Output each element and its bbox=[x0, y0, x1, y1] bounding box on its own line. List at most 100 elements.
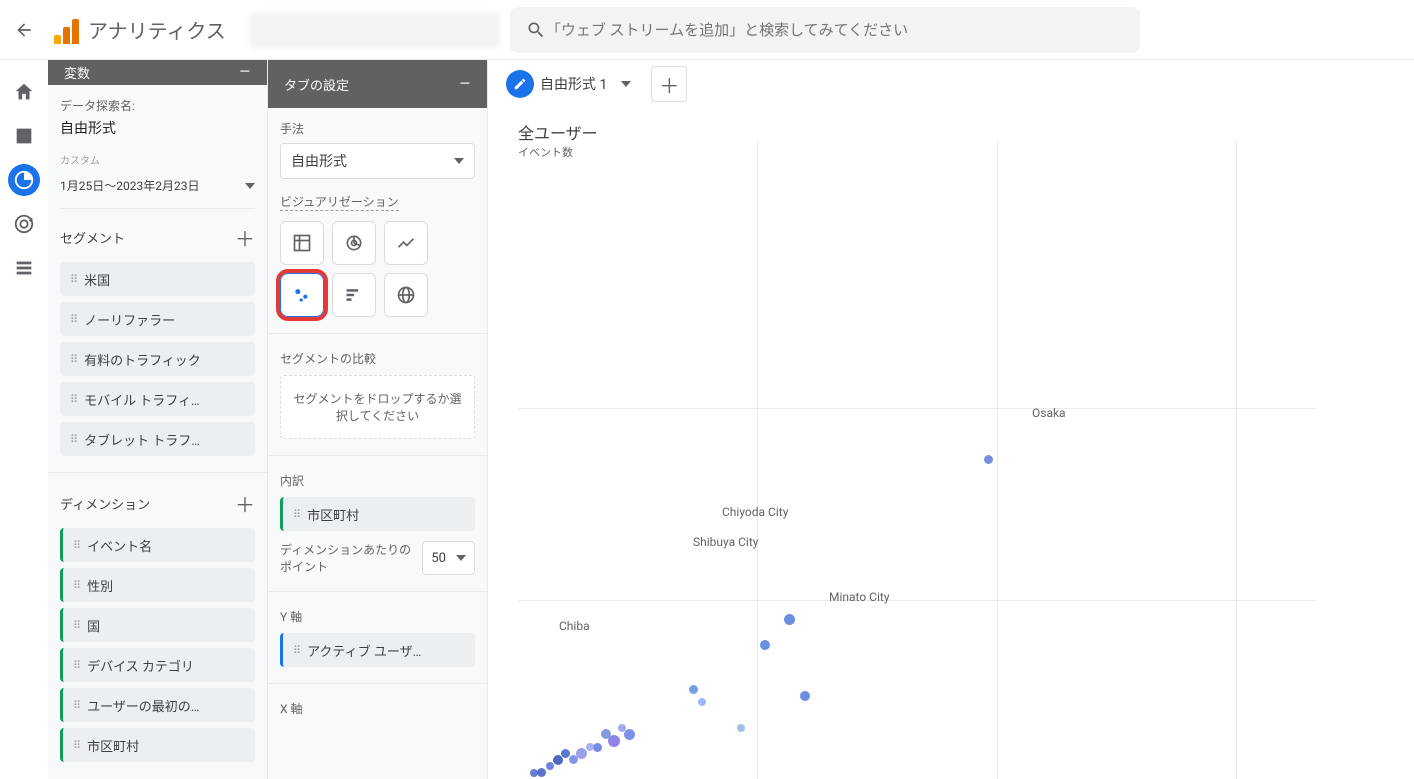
breakdown-chip-label: 市区町村 bbox=[307, 505, 359, 524]
viz-geo-button[interactable] bbox=[384, 273, 428, 317]
drag-handle-icon: ⠿ bbox=[70, 433, 76, 446]
rail-configure-icon[interactable] bbox=[8, 252, 40, 284]
viz-line-button[interactable] bbox=[384, 221, 428, 265]
dimension-chip-label: 国 bbox=[87, 616, 100, 635]
viz-scatter-button[interactable] bbox=[280, 273, 324, 317]
technique-select[interactable]: 自由形式 bbox=[280, 143, 475, 179]
ga-logo-icon bbox=[54, 16, 82, 44]
date-range-value: 1月25日～2023年2月23日 bbox=[60, 177, 199, 194]
tab-settings-title: タブの設定 bbox=[284, 75, 349, 94]
dimension-chip-label: デバイス カテゴリ bbox=[87, 656, 194, 675]
viz-donut-button[interactable] bbox=[332, 221, 376, 265]
drag-handle-icon: ⠿ bbox=[70, 313, 76, 326]
segment-comparison-label: セグメントの比較 bbox=[280, 350, 475, 367]
drag-handle-icon: ⠿ bbox=[73, 619, 79, 632]
technique-label: 手法 bbox=[280, 120, 475, 137]
scatter-point[interactable] bbox=[537, 768, 546, 777]
back-button[interactable] bbox=[0, 6, 48, 54]
drag-handle-icon: ⠿ bbox=[70, 353, 76, 366]
y-axis-chip[interactable]: ⠿アクティブ ユーザ… bbox=[280, 633, 475, 667]
scatter-point-label: Minato City bbox=[829, 590, 890, 604]
segment-chip[interactable]: ⠿ 米国 bbox=[60, 262, 255, 296]
exploration-tab[interactable]: 自由形式 1 bbox=[496, 66, 641, 102]
segment-drop-zone[interactable]: セグメントをドロップするか選択してください bbox=[280, 375, 475, 439]
scatter-point[interactable] bbox=[624, 729, 635, 740]
scatter-point[interactable] bbox=[553, 755, 563, 765]
chevron-down-icon bbox=[621, 81, 631, 87]
scatter-point-label: Chiyoda City bbox=[722, 505, 788, 519]
points-per-dim-select[interactable]: 50 bbox=[422, 541, 475, 575]
chevron-down-icon bbox=[456, 555, 466, 561]
viz-bar-button[interactable] bbox=[332, 273, 376, 317]
exploration-name-value[interactable]: 自由形式 bbox=[60, 118, 255, 138]
dimension-chip-label: 市区町村 bbox=[87, 736, 139, 755]
points-per-dim-value: 50 bbox=[431, 551, 446, 566]
segment-chip[interactable]: ⠿モバイル トラフィ… bbox=[60, 382, 255, 416]
dimension-chip[interactable]: ⠿性別 bbox=[60, 568, 255, 602]
property-selector[interactable] bbox=[250, 12, 500, 48]
add-segment-button[interactable]: ＋ bbox=[235, 223, 255, 252]
segment-chip[interactable]: ⠿タブレット トラフ… bbox=[60, 422, 255, 456]
exploration-name-label: データ探索名: bbox=[60, 97, 255, 114]
chevron-down-icon bbox=[454, 158, 464, 164]
rail-explore-icon[interactable] bbox=[8, 164, 40, 196]
scatter-title: 全ユーザー bbox=[518, 120, 1414, 144]
drag-handle-icon: ⠿ bbox=[293, 508, 299, 521]
scatter-point[interactable] bbox=[760, 640, 770, 650]
add-tab-button[interactable]: ＋ bbox=[651, 66, 687, 102]
dimension-chip[interactable]: ⠿デバイス カテゴリ bbox=[60, 648, 255, 682]
scatter-point[interactable] bbox=[530, 769, 538, 777]
scatter-point-label: Osaka bbox=[1032, 406, 1066, 420]
date-range-picker[interactable]: 1月25日～2023年2月23日 bbox=[60, 171, 255, 209]
scatter-point[interactable] bbox=[984, 455, 993, 464]
rail-reports-icon[interactable] bbox=[8, 120, 40, 152]
viz-table-button[interactable] bbox=[280, 221, 324, 265]
scatter-point[interactable] bbox=[569, 755, 578, 764]
segment-chip[interactable]: ⠿ 有料のトラフィック bbox=[60, 342, 255, 376]
segment-chip-label: モバイル トラフィ… bbox=[84, 390, 200, 409]
dimension-chip[interactable]: ⠿市区町村 bbox=[60, 728, 255, 762]
scatter-point[interactable] bbox=[698, 698, 706, 706]
add-dimension-button[interactable]: ＋ bbox=[235, 489, 255, 518]
rail-advertising-icon[interactable] bbox=[8, 208, 40, 240]
breakdown-chip[interactable]: ⠿ 市区町村 bbox=[280, 497, 475, 531]
segment-chip-label: 米国 bbox=[84, 270, 110, 289]
rail-home-icon[interactable] bbox=[8, 76, 40, 108]
segment-chip-label: ノーリファラー bbox=[84, 310, 175, 329]
visualization-label: ビジュアリゼーション bbox=[280, 193, 399, 211]
exploration-canvas: 自由形式 1 ＋ 全ユーザー イベント数 Osaka Chiyoda City Sh… bbox=[488, 60, 1414, 779]
dimension-chip-label: 性別 bbox=[87, 576, 113, 595]
segments-heading: セグメント bbox=[60, 228, 125, 247]
dimension-chip[interactable]: ⠿国 bbox=[60, 608, 255, 642]
scatter-point[interactable] bbox=[618, 724, 626, 732]
scatter-point[interactable] bbox=[784, 614, 795, 625]
dimension-chip[interactable]: ⠿ユーザーの最初の… bbox=[60, 688, 255, 722]
scatter-subtitle: イベント数 bbox=[518, 144, 1414, 160]
scatter-point[interactable] bbox=[586, 743, 594, 751]
segment-chip[interactable]: ⠿ ノーリファラー bbox=[60, 302, 255, 336]
technique-value: 自由形式 bbox=[291, 151, 347, 171]
scatter-point[interactable] bbox=[576, 748, 587, 759]
collapse-variables-button[interactable]: − bbox=[238, 60, 251, 85]
collapse-tab-settings-button[interactable]: − bbox=[458, 72, 471, 97]
scatter-point[interactable] bbox=[737, 724, 745, 732]
drag-handle-icon: ⠿ bbox=[70, 273, 76, 286]
scatter-point[interactable] bbox=[689, 685, 698, 694]
scatter-point[interactable] bbox=[800, 691, 810, 701]
points-per-dim-label: ディメンションあたりのポイント bbox=[280, 541, 414, 575]
scatter-point[interactable] bbox=[546, 762, 554, 770]
search-input[interactable] bbox=[546, 21, 1124, 39]
scatter-plot[interactable]: 全ユーザー イベント数 Osaka Chiyoda City Shibuya Cit… bbox=[518, 120, 1414, 779]
search-box[interactable] bbox=[510, 7, 1140, 53]
dimensions-heading: ディメンション bbox=[60, 494, 150, 513]
scatter-point-label: Shibuya City bbox=[693, 535, 758, 549]
dimension-chip[interactable]: ⠿イベント名 bbox=[60, 528, 255, 562]
segment-chip-label: 有料のトラフィック bbox=[84, 350, 201, 369]
scatter-point[interactable] bbox=[601, 729, 611, 739]
chevron-down-icon bbox=[245, 183, 255, 189]
edit-tab-icon bbox=[506, 70, 534, 98]
scatter-point[interactable] bbox=[593, 743, 602, 752]
scatter-point-label: Chiba bbox=[559, 619, 590, 633]
app-name: アナリティクス bbox=[88, 15, 226, 44]
drag-handle-icon: ⠿ bbox=[73, 699, 79, 712]
